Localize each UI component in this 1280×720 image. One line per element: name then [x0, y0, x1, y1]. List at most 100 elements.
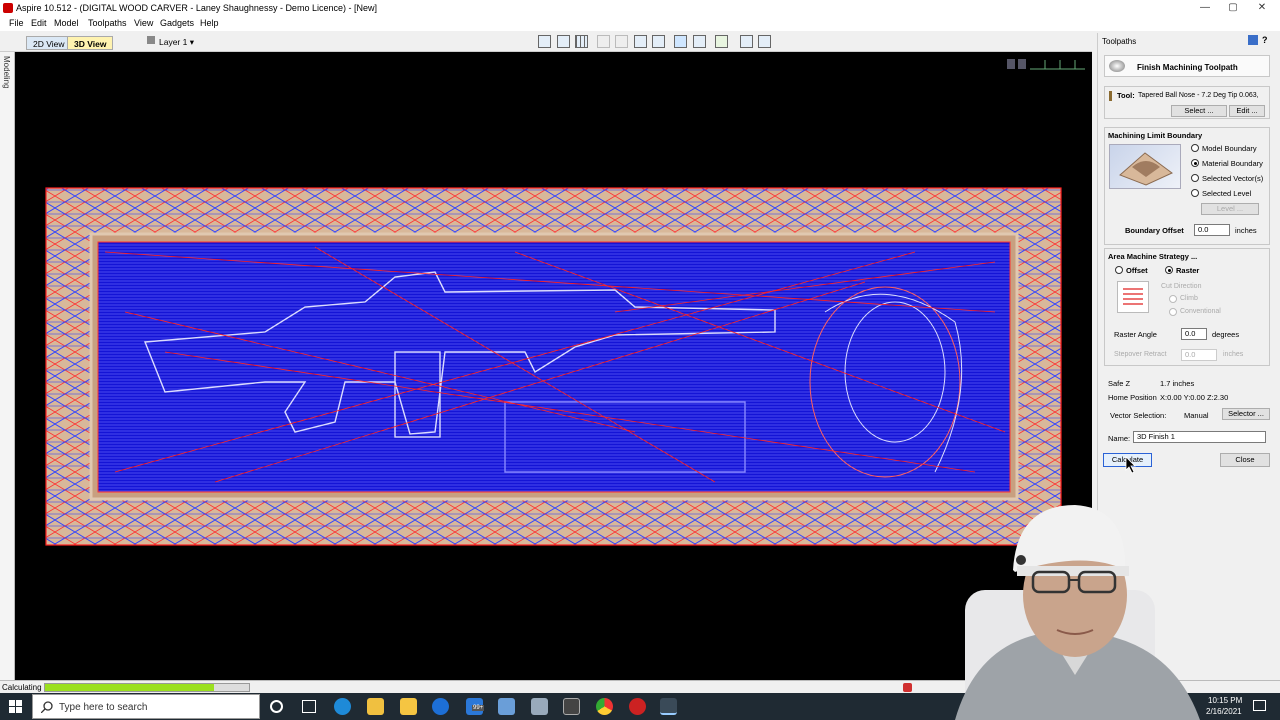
area-machine-strategy-group: Area Machine Strategy ... Offset Raster … [1104, 248, 1270, 366]
conventional-label: Conventional [1180, 308, 1221, 315]
boundary-offset-label: Boundary Offset [1125, 226, 1184, 235]
toolpath-title-box: Finish Machining Toolpath [1104, 55, 1270, 77]
app-icon-blue[interactable] [432, 698, 449, 715]
pin-icon[interactable] [1248, 35, 1258, 45]
tool-value: Tapered Ball Nose - 7.2 Deg Tip 0.063, [1138, 92, 1259, 99]
close-window-button[interactable]: ✕ [1247, 0, 1277, 16]
wireframe-icon[interactable] [693, 35, 706, 48]
selector-button[interactable]: Selector ... [1222, 408, 1270, 420]
notification-icon[interactable] [1253, 700, 1266, 711]
radio-climb[interactable] [1169, 295, 1177, 303]
name-label: Name: [1108, 434, 1131, 443]
stepover-retract-input[interactable]: 0.0 [1181, 349, 1217, 361]
safe-z-label: Safe Z [1108, 379, 1131, 388]
radio-selected-vectors[interactable] [1191, 174, 1199, 182]
panel-header: Toolpaths [1102, 37, 1137, 46]
menu-view[interactable]: View [134, 18, 153, 28]
progress-bar [44, 683, 250, 692]
layer-icon [147, 36, 155, 44]
layer-dropdown[interactable]: Layer 1 ▾ [159, 37, 194, 48]
taskbar-search-box[interactable]: Type here to search [32, 694, 260, 719]
mail-icon[interactable]: 99+ [466, 698, 485, 715]
zoom-box-icon[interactable] [538, 35, 551, 48]
zoom-out-icon[interactable] [652, 35, 665, 48]
aspire-taskbar-icon[interactable] [660, 698, 677, 715]
toolpath-preview[interactable] [15, 52, 1092, 680]
level-button[interactable]: Level ... [1201, 203, 1259, 215]
search-placeholder: Type here to search [59, 702, 148, 713]
grid-icon[interactable] [575, 35, 588, 48]
minimize-button[interactable]: — [1190, 0, 1220, 16]
axis-indicator-icon [1007, 59, 1085, 70]
radio-raster[interactable] [1165, 266, 1173, 274]
task-view-icon[interactable] [302, 700, 316, 713]
tab-3d-view[interactable]: 3D View [67, 36, 114, 50]
pan-icon[interactable] [615, 35, 628, 48]
app-icon-gray[interactable] [531, 698, 548, 715]
windows-start-icon[interactable] [9, 700, 22, 713]
radio-model-boundary[interactable] [1191, 144, 1199, 152]
file-explorer-icon[interactable] [400, 698, 417, 715]
strategy-offset-label: Offset [1126, 266, 1148, 275]
raster-pattern-icon [1117, 281, 1149, 313]
edge-browser-icon[interactable] [334, 698, 351, 715]
radio-conventional[interactable] [1169, 308, 1177, 316]
machining-limit-boundary-group: Machining Limit Boundary Model Boundary … [1104, 127, 1270, 245]
webcam-overlay [935, 500, 1210, 720]
cortana-icon[interactable] [270, 700, 283, 713]
menu-model[interactable]: Model [54, 18, 79, 28]
menu-gadgets[interactable]: Gadgets [160, 18, 194, 28]
cut-direction-label: Cut Direction [1161, 283, 1202, 290]
toolpath-title: Finish Machining Toolpath [1137, 63, 1238, 72]
tool-box: Tool: Tapered Ball Nose - 7.2 Deg Tip 0.… [1104, 86, 1270, 119]
climb-label: Climb [1180, 295, 1198, 302]
fit-view-icon[interactable] [557, 35, 570, 48]
radio-selected-level[interactable] [1191, 189, 1199, 197]
stop-icon[interactable] [903, 683, 912, 692]
help-icon[interactable]: ? [1262, 35, 1268, 45]
tab-2d-view[interactable]: 2D View [26, 36, 72, 50]
material-icon[interactable] [715, 35, 728, 48]
select-tool-button[interactable]: Select ... [1171, 105, 1227, 117]
raster-angle-input[interactable]: 0.0 [1181, 328, 1207, 340]
radio-offset[interactable] [1115, 266, 1123, 274]
vcarve-icon[interactable] [563, 698, 580, 715]
finish-toolpath-icon [1109, 60, 1125, 72]
boundary-offset-input[interactable]: 0.0 [1194, 224, 1230, 236]
menu-file[interactable]: File [9, 18, 24, 28]
modeling-side-tab[interactable]: Modeling [0, 52, 15, 680]
snap-icon[interactable] [597, 35, 610, 48]
radio-material-boundary[interactable] [1191, 159, 1199, 167]
stepover-retract-label: Stepover Retract [1114, 351, 1167, 358]
recorder-icon[interactable] [629, 698, 646, 715]
edit-tool-button[interactable]: Edit ... [1229, 105, 1265, 117]
window-title: Aspire 10.512 - (DIGITAL WOOD CARVER - L… [16, 3, 377, 13]
close-panel-button[interactable]: Close [1220, 453, 1270, 467]
menu-toolpaths[interactable]: Toolpaths [88, 18, 127, 28]
chrome-icon[interactable] [596, 698, 613, 715]
toolpath-name-input[interactable]: 3D Finish 1 [1133, 431, 1266, 443]
aspire-app-icon [3, 3, 13, 13]
layout-icon[interactable] [758, 35, 771, 48]
status-text: Calculating [2, 683, 42, 692]
clock-time: 10:15 PM [1208, 696, 1243, 705]
microsoft-store-icon[interactable] [367, 698, 384, 715]
boundary-title: Machining Limit Boundary [1108, 131, 1203, 140]
boundary-preview-image [1109, 144, 1181, 189]
menu-help[interactable]: Help [200, 18, 219, 28]
vector-selection-label: Vector Selection: [1110, 411, 1167, 420]
raster-angle-label: Raster Angle [1114, 330, 1157, 339]
mail-badge: 99+ [472, 705, 485, 711]
menu-edit[interactable]: Edit [31, 18, 47, 28]
tool-icon [1109, 91, 1112, 101]
3d-viewport[interactable] [15, 52, 1092, 680]
render-mode-icon[interactable] [674, 35, 687, 48]
option-selected-level: Selected Level [1202, 189, 1252, 198]
notepad-icon[interactable] [498, 698, 515, 715]
zoom-in-icon[interactable] [634, 35, 647, 48]
home-position-value: X:0.00 Y:0.00 Z:2.30 [1160, 393, 1229, 402]
split-view-icon[interactable] [740, 35, 753, 48]
clock-date: 2/16/2021 [1206, 707, 1242, 716]
maximize-button[interactable]: ▢ [1218, 0, 1248, 16]
progress-fill [45, 684, 215, 691]
